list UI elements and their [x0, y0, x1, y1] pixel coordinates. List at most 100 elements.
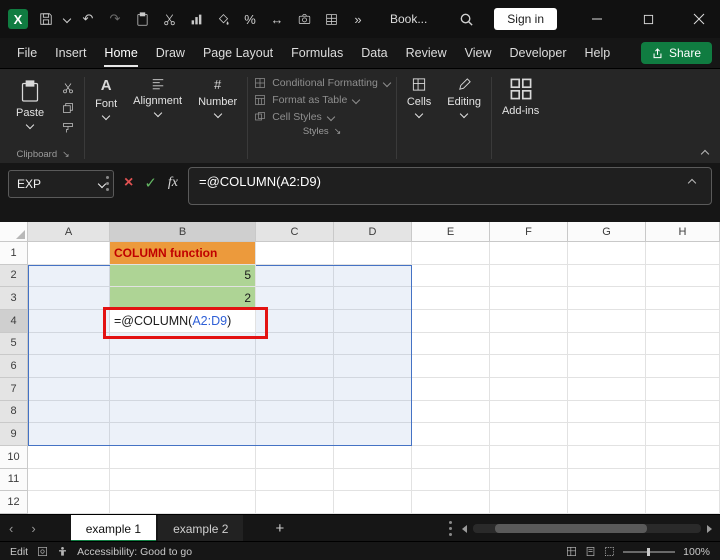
sheet-nav-left-icon[interactable]: ‹ — [0, 521, 22, 536]
redo-icon[interactable]: ↷ — [106, 10, 124, 28]
editing-group-button[interactable]: Editing — [439, 71, 489, 165]
tab-insert[interactable]: Insert — [46, 41, 95, 65]
cell-C11[interactable] — [256, 468, 334, 492]
row-header-4[interactable]: 4 — [0, 309, 28, 333]
cell-A11[interactable] — [28, 468, 110, 492]
cell-H11[interactable] — [646, 468, 720, 492]
format-as-table-button[interactable]: Format as Table — [254, 94, 390, 106]
cells-group-button[interactable]: Cells — [399, 71, 439, 165]
cell-F8[interactable] — [490, 400, 568, 424]
row-header-7[interactable]: 7 — [0, 377, 28, 401]
name-box[interactable]: EXP — [8, 170, 114, 198]
cell-G11[interactable] — [568, 468, 646, 492]
cell-E4[interactable] — [412, 309, 490, 333]
cell-C12[interactable] — [256, 491, 334, 514]
cell-A12[interactable] — [28, 491, 110, 514]
hscroll-right-icon[interactable] — [707, 524, 712, 533]
share-button[interactable]: Share — [640, 42, 712, 64]
column-header-G[interactable]: G — [568, 222, 646, 242]
cell-F11[interactable] — [490, 468, 568, 492]
cell-B4[interactable]: =@COLUMN(A2:D9) — [110, 309, 256, 333]
column-header-E[interactable]: E — [412, 222, 490, 242]
cell-H1[interactable] — [646, 242, 720, 265]
tab-formulas[interactable]: Formulas — [282, 41, 352, 65]
collapse-ribbon-icon[interactable] — [700, 149, 710, 159]
confirm-entry-button[interactable]: ✓ — [144, 176, 157, 191]
cell-E2[interactable] — [412, 264, 490, 288]
row-header-9[interactable]: 9 — [0, 423, 28, 446]
row-header-8[interactable]: 8 — [0, 400, 28, 424]
cell-G9[interactable] — [568, 423, 646, 446]
cell-H7[interactable] — [646, 377, 720, 401]
row-header-12[interactable]: 12 — [0, 491, 28, 514]
cell-A2[interactable] — [28, 264, 110, 288]
maximize-button[interactable] — [627, 0, 669, 38]
cell-D10[interactable] — [334, 445, 412, 469]
accessibility-icon[interactable] — [57, 546, 68, 557]
cell-D12[interactable] — [334, 491, 412, 514]
cell-F7[interactable] — [490, 377, 568, 401]
formula-input[interactable]: =@COLUMN(A2:D9) — [188, 167, 712, 205]
tab-review[interactable]: Review — [397, 41, 456, 65]
cell-E9[interactable] — [412, 423, 490, 446]
cell-A10[interactable] — [28, 445, 110, 469]
cell-D4[interactable] — [334, 309, 412, 333]
zoom-level[interactable]: 100% — [683, 546, 710, 558]
horizontal-scrollbar-thumb[interactable] — [495, 524, 647, 533]
cell-H3[interactable] — [646, 287, 720, 310]
cell-H8[interactable] — [646, 400, 720, 424]
sheet-tab-example-2[interactable]: example 2 — [158, 515, 244, 542]
add-sheet-button[interactable]: + — [275, 520, 284, 537]
tab-home[interactable]: Home — [95, 41, 146, 67]
cell-D9[interactable] — [334, 423, 412, 446]
cell-F1[interactable] — [490, 242, 568, 265]
cell-F4[interactable] — [490, 309, 568, 333]
cell-F9[interactable] — [490, 423, 568, 446]
cell-A5[interactable] — [28, 332, 110, 356]
cell-B5[interactable] — [110, 332, 256, 356]
zoom-slider[interactable] — [623, 547, 676, 556]
cell-B10[interactable] — [110, 445, 256, 469]
cell-E10[interactable] — [412, 445, 490, 469]
cell-G8[interactable] — [568, 400, 646, 424]
percent-style-icon[interactable]: % — [241, 10, 259, 28]
cell-A3[interactable] — [28, 287, 110, 310]
cell-C4[interactable] — [256, 309, 334, 333]
cell-E1[interactable] — [412, 242, 490, 265]
cell-F6[interactable] — [490, 355, 568, 378]
hscroll-left-icon[interactable] — [462, 524, 467, 533]
cell-E12[interactable] — [412, 491, 490, 514]
conditional-formatting-button[interactable]: Conditional Formatting — [254, 77, 392, 89]
sheet-tab-example-1[interactable]: example 1 — [70, 515, 157, 542]
row-header-3[interactable]: 3 — [0, 287, 28, 310]
cell-G5[interactable] — [568, 332, 646, 356]
cell-F10[interactable] — [490, 445, 568, 469]
column-header-H[interactable]: H — [646, 222, 720, 242]
cell-C10[interactable] — [256, 445, 334, 469]
tabbar-divider-icon[interactable] — [449, 527, 452, 530]
cell-D7[interactable] — [334, 377, 412, 401]
cell-D5[interactable] — [334, 332, 412, 356]
cell-A7[interactable] — [28, 377, 110, 401]
cell-B2[interactable]: 5 — [110, 264, 256, 288]
format-painter-button[interactable] — [58, 121, 78, 135]
close-button[interactable] — [678, 0, 720, 38]
cell-E11[interactable] — [412, 468, 490, 492]
add-ins-button[interactable]: Add-ins — [494, 71, 547, 165]
styles-dialog-launcher-icon[interactable]: ↘ — [334, 126, 342, 137]
more-commands-icon[interactable]: » — [349, 10, 367, 28]
cell-C2[interactable] — [256, 264, 334, 288]
select-all-corner[interactable] — [0, 222, 28, 242]
merge-center-icon[interactable]: ↔ — [268, 10, 286, 28]
cell-C6[interactable] — [256, 355, 334, 378]
cell-F3[interactable] — [490, 287, 568, 310]
cell-B8[interactable] — [110, 400, 256, 424]
cell-C9[interactable] — [256, 423, 334, 446]
clipboard-dialog-launcher-icon[interactable]: ↘ — [62, 149, 70, 160]
cell-C8[interactable] — [256, 400, 334, 424]
column-header-A[interactable]: A — [28, 222, 110, 242]
cell-G6[interactable] — [568, 355, 646, 378]
worksheet-grid[interactable]: A B C D E F G H 1 COLUMN function 2 5 3 2 4 =@COLUMN(A2… — [0, 222, 720, 514]
cell-E3[interactable] — [412, 287, 490, 310]
cell-styles-button[interactable]: Cell Styles — [254, 111, 390, 123]
